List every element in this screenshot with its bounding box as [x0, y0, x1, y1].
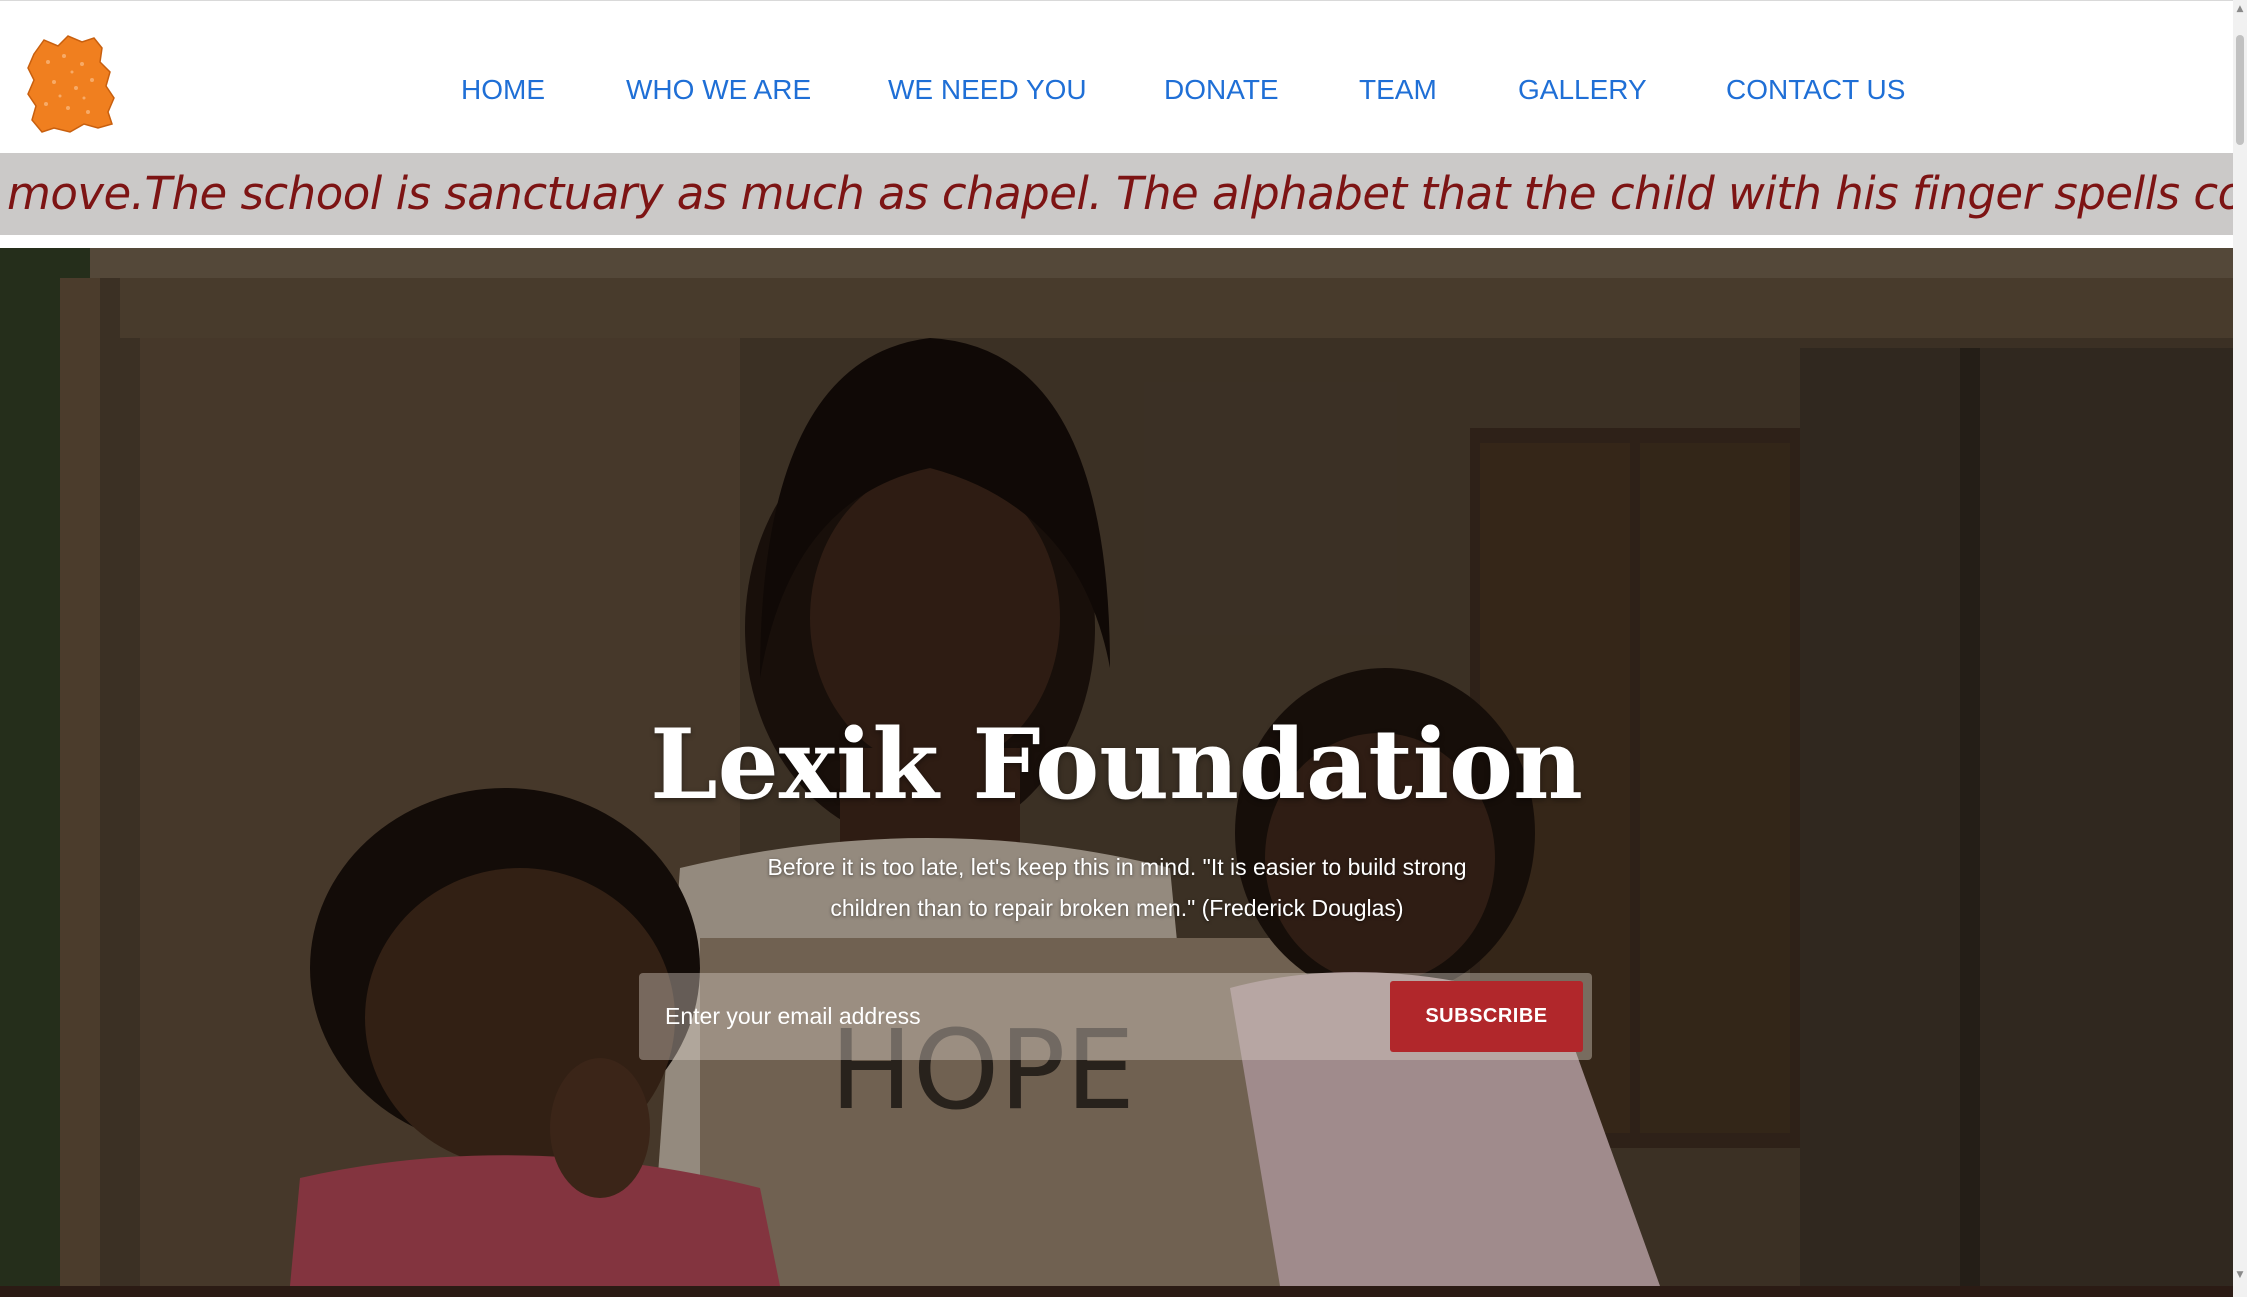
- nav-we-need-you[interactable]: WE NEED YOU: [888, 62, 1087, 118]
- vertical-scrollbar[interactable]: ▲ ▼: [2233, 0, 2247, 1297]
- hero-title: Lexik Foundation: [650, 708, 1583, 821]
- email-input[interactable]: [639, 973, 1379, 1060]
- subscribe-form: SUBSCRIBE: [639, 973, 1592, 1060]
- page-bottom-strip: [0, 1286, 2247, 1297]
- hero-subtitle: Before it is too late, let's keep this i…: [767, 854, 1467, 921]
- scroll-down-arrow-icon[interactable]: ▼: [2233, 1268, 2247, 1282]
- nav-who-we-are[interactable]: WHO WE ARE: [626, 62, 811, 118]
- nav-contact-us[interactable]: CONTACT US: [1726, 62, 1905, 118]
- nav-team[interactable]: TEAM: [1359, 62, 1437, 118]
- scroll-up-arrow-icon[interactable]: ▲: [2233, 2, 2247, 16]
- page: HOME WHO WE ARE WE NEED YOU DONATE TEAM …: [0, 0, 2247, 1297]
- hero-section: HOPE Lexik Foundation Before it is too l…: [0, 248, 2233, 1286]
- marquee-text: move.The school is sanctuary as much as …: [7, 167, 2233, 220]
- main-nav: HOME WHO WE ARE WE NEED YOU DONATE TEAM …: [0, 10, 2233, 153]
- site-header: HOME WHO WE ARE WE NEED YOU DONATE TEAM …: [0, 10, 2233, 153]
- viewport-top-border: [0, 0, 2233, 10]
- scrollbar-thumb[interactable]: [2236, 35, 2244, 145]
- divider: [0, 235, 2233, 248]
- quote-marquee: move.The school is sanctuary as much as …: [0, 153, 2233, 235]
- nav-donate[interactable]: DONATE: [1164, 62, 1279, 118]
- nav-home[interactable]: HOME: [461, 62, 545, 118]
- nav-gallery[interactable]: GALLERY: [1518, 62, 1647, 118]
- subscribe-button[interactable]: SUBSCRIBE: [1390, 981, 1583, 1052]
